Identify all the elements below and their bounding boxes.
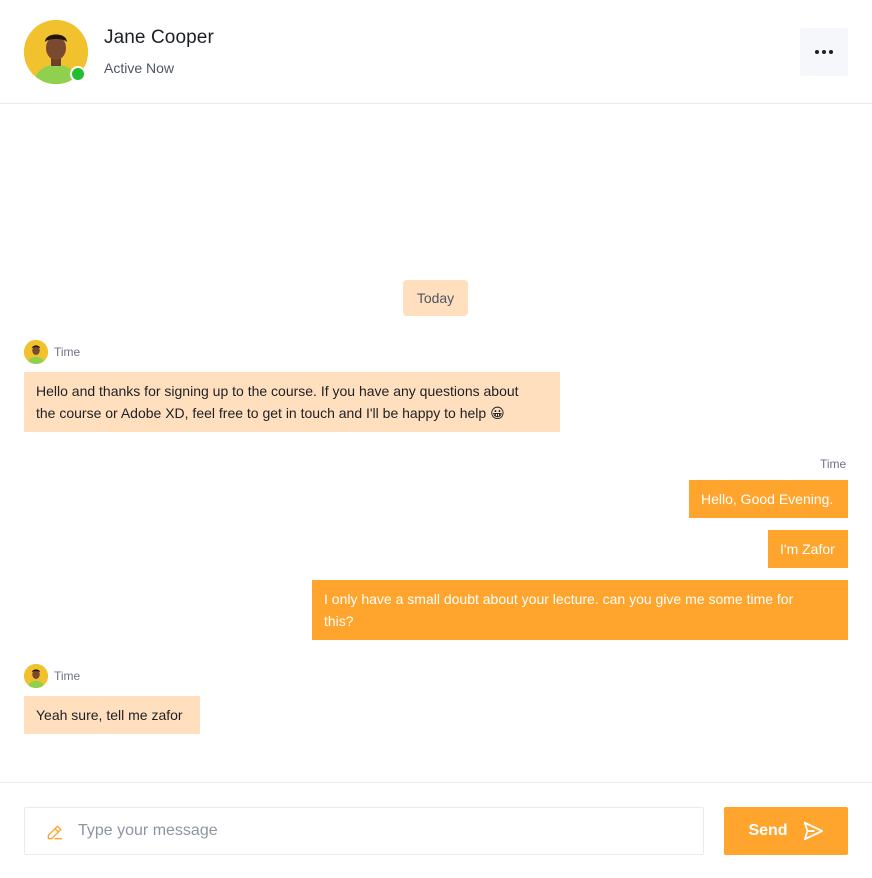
day-divider: Today bbox=[403, 280, 468, 316]
contact-name: Jane Cooper bbox=[104, 27, 214, 48]
more-horizontal-icon bbox=[815, 50, 819, 54]
incoming-message[interactable]: Yeah sure, tell me zafor bbox=[24, 696, 200, 734]
message-line: I only have a small doubt about your lec… bbox=[324, 591, 794, 607]
outgoing-message[interactable]: Hello, Good Evening. bbox=[689, 480, 848, 518]
message-composer: Send bbox=[0, 782, 872, 878]
message-time: Time bbox=[820, 457, 847, 471]
avatar bbox=[24, 664, 48, 688]
message-meta: Time bbox=[24, 340, 80, 364]
incoming-message[interactable]: Hello and thanks for signing up to the c… bbox=[24, 372, 560, 432]
message-line: Hello and thanks for signing up to the c… bbox=[36, 383, 519, 399]
outgoing-message[interactable]: I'm Zafor bbox=[768, 530, 848, 568]
paper-plane-icon bbox=[803, 821, 823, 841]
send-label: Send bbox=[748, 822, 788, 839]
avatar bbox=[24, 340, 48, 364]
outgoing-message[interactable]: I only have a small doubt about your lec… bbox=[312, 580, 848, 640]
message-line: this? bbox=[324, 613, 354, 629]
message-time: Time bbox=[54, 669, 81, 683]
pencil-icon bbox=[47, 825, 63, 840]
more-options-button[interactable] bbox=[800, 28, 848, 76]
chat-header: Jane Cooper Active Now bbox=[0, 0, 872, 104]
message-meta: Time bbox=[24, 664, 80, 688]
message-input[interactable] bbox=[78, 808, 688, 854]
send-button[interactable]: Send bbox=[724, 807, 848, 855]
chat-window: Jane Cooper Active Now Today Time Hello … bbox=[0, 0, 872, 878]
contact-status: Active Now bbox=[104, 60, 175, 76]
message-line: the course or Adobe XD, feel free to get… bbox=[36, 405, 505, 421]
message-input-box[interactable] bbox=[24, 807, 704, 855]
message-time: Time bbox=[54, 345, 81, 359]
online-status-dot bbox=[70, 66, 86, 82]
contact-avatar[interactable] bbox=[24, 20, 88, 84]
